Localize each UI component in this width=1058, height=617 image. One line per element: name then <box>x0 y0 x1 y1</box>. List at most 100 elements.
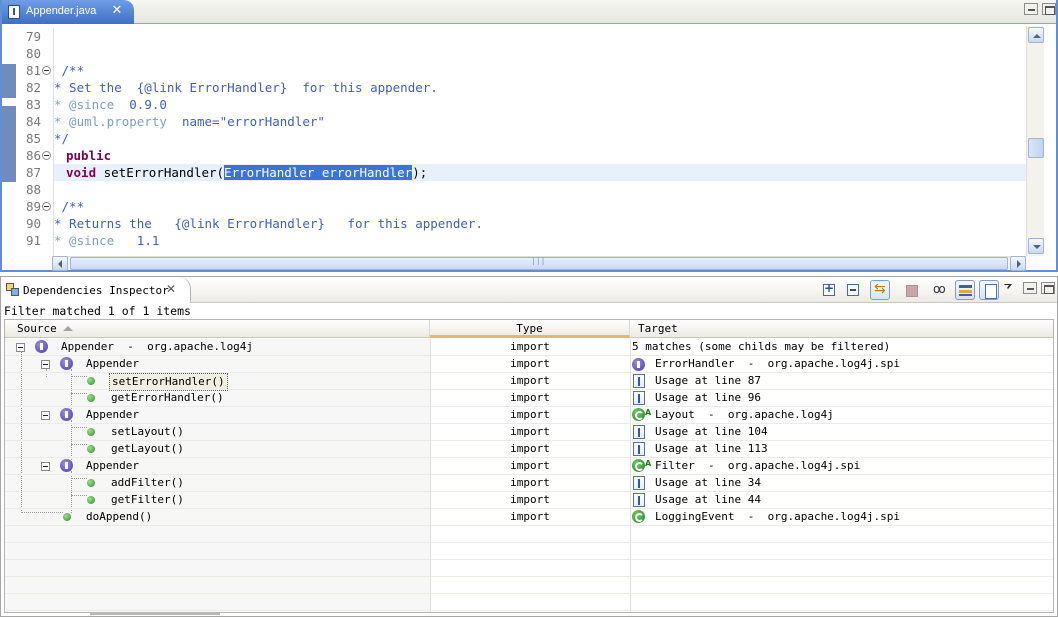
type-cell: import <box>510 493 550 506</box>
line-number: 91 <box>26 233 42 248</box>
table-row[interactable]: Appender - org.apache.log4j import 5 mat… <box>5 339 1053 356</box>
target-type-icon <box>632 425 648 439</box>
vertical-scroll-thumb[interactable] <box>1028 138 1044 158</box>
dependencies-inspector-view: Dependencies Inspector ✕ Filter matched … <box>0 276 1058 617</box>
column-header-source[interactable]: Source <box>5 320 430 338</box>
column-header-target[interactable]: Target <box>630 320 1053 338</box>
source-cell: Appender <box>86 459 139 472</box>
scroll-left-arrow-icon[interactable] <box>52 256 68 271</box>
public-method-icon <box>87 377 95 385</box>
status-strip <box>90 613 220 615</box>
link-with-editor-button[interactable] <box>870 280 890 300</box>
target-cell: Usage at line 104 <box>655 425 768 438</box>
scroll-down-arrow-icon[interactable] <box>1028 238 1044 254</box>
fold-collapse-icon[interactable] <box>42 202 51 211</box>
type-cell: import <box>510 340 550 353</box>
type-cell: import <box>510 374 550 387</box>
minimize-editor-button[interactable] <box>1024 3 1038 15</box>
java-file-icon <box>633 442 645 456</box>
hierarchy-mode-button[interactable] <box>955 280 975 300</box>
table-row[interactable]: setErrorHandler() import Usage at line 8… <box>5 373 1053 391</box>
editor-tab-appender-java[interactable]: Appender.java ✕ <box>2 0 134 24</box>
target-type-icon: A <box>632 459 651 473</box>
code-line-89: /** <box>54 199 85 214</box>
table-row[interactable]: getFilter() import Usage at line 44 <box>5 492 1053 509</box>
selected-text: ErrorHandler errorHandler <box>224 165 413 180</box>
sort-ascending-icon <box>63 326 73 331</box>
target-cell: Filter - org.apache.log4j.spi <box>655 459 861 472</box>
table-row[interactable]: setLayout() import Usage at line 104 <box>5 424 1053 441</box>
collapse-all-button[interactable] <box>843 280 863 300</box>
code-line-85: */ <box>54 131 70 146</box>
scroll-up-arrow-icon[interactable] <box>1028 27 1044 43</box>
code-line-91: * @since 1.1 <box>54 233 160 248</box>
table-row[interactable]: addFilter() import Usage at line 34 <box>5 475 1053 492</box>
line-number: 86 <box>16 147 54 164</box>
tree-collapse-icon[interactable] <box>41 462 50 471</box>
java-filter-button[interactable] <box>979 280 999 300</box>
close-view-icon[interactable]: ✕ <box>164 282 178 296</box>
type-cell: import <box>510 476 550 489</box>
line-number-ruler: 79 80 81 82 83 84 85 86 87 88 89 90 91 <box>16 28 54 256</box>
type-cell: import <box>510 510 550 523</box>
view-menu-chevron-down-icon[interactable] <box>1004 283 1014 293</box>
empty-row <box>5 560 1053 577</box>
java-file-icon <box>633 425 645 439</box>
minimize-view-button[interactable] <box>1023 282 1037 294</box>
stop-button[interactable] <box>901 280 921 300</box>
table-row[interactable]: Appender import A Filter - org.apache.lo… <box>5 458 1053 475</box>
target-cell: Usage at line 96 <box>655 391 761 404</box>
fold-collapse-icon[interactable] <box>42 151 51 160</box>
scroll-right-arrow-icon[interactable] <box>1010 256 1026 271</box>
target-type-icon <box>632 442 648 456</box>
maximize-view-button[interactable] <box>1041 282 1055 294</box>
show-details-glasses-button[interactable] <box>931 280 951 300</box>
table-row[interactable]: Appender import A Layout - org.apache.lo… <box>5 407 1053 424</box>
maximize-editor-button[interactable] <box>1042 3 1056 15</box>
inspector-tab-label: Dependencies Inspector <box>23 284 169 297</box>
type-cell: import <box>510 442 550 455</box>
table-row[interactable]: getLayout() import Usage at line 113 <box>5 441 1053 458</box>
close-tab-icon[interactable]: ✕ <box>110 3 124 19</box>
table-row[interactable]: getErrorHandler() import Usage at line 9… <box>5 390 1053 407</box>
code-text-area[interactable]: /** * Set the {@link ErrorHandler} for t… <box>54 28 1026 256</box>
empty-row <box>5 543 1053 560</box>
line-number: 89 <box>16 198 54 215</box>
target-cell: Usage at line 87 <box>655 374 761 387</box>
horizontal-scroll-thumb[interactable] <box>70 256 1008 270</box>
table-body: Appender - org.apache.log4j import 5 mat… <box>5 339 1053 612</box>
tab-dependencies-inspector[interactable]: Dependencies Inspector ✕ <box>1 277 191 303</box>
column-header-type[interactable]: Type <box>430 320 630 338</box>
dependencies-tree-table: Source Type Target Appender - org.apache… <box>4 319 1054 613</box>
filter-status-text: Filter matched 1 of 1 items <box>4 304 191 318</box>
line-number: 80 <box>26 46 42 61</box>
source-cell: Appender <box>86 408 139 421</box>
fold-collapse-icon[interactable] <box>42 66 51 75</box>
table-row[interactable]: Appender import ErrorHandler - org.apach… <box>5 356 1053 373</box>
target-type-icon <box>632 374 648 388</box>
line-number: 85 <box>26 131 42 146</box>
source-cell: setErrorHandler() <box>109 373 228 391</box>
tree-collapse-icon[interactable] <box>16 343 25 352</box>
target-type-icon <box>632 510 648 524</box>
java-file-icon <box>633 391 645 405</box>
code-line-90: * Returns the {@link ErrorHandler} for t… <box>54 216 483 231</box>
table-row[interactable]: doAppend() import LoggingEvent - org.apa… <box>5 509 1053 526</box>
empty-row <box>5 526 1053 543</box>
inspector-tab-bar: Dependencies Inspector ✕ <box>1 277 1057 303</box>
line-number: 84 <box>26 114 42 129</box>
line-number: 81 <box>16 62 54 79</box>
interface-icon <box>60 459 73 472</box>
code-line-81: /** <box>54 63 85 78</box>
interface-icon <box>35 340 48 353</box>
tree-collapse-icon[interactable] <box>41 360 50 369</box>
editor-vertical-scrollbar[interactable] <box>1026 26 1044 256</box>
code-line-83: * @since 0.9.0 <box>54 97 167 112</box>
target-type-icon <box>632 357 648 371</box>
tree-collapse-icon[interactable] <box>41 411 50 420</box>
code-line-87: void setErrorHandler(ErrorHandler errorH… <box>66 165 428 180</box>
editor-horizontal-scrollbar[interactable] <box>52 256 1026 271</box>
editor-tab-label: Appender.java <box>26 5 97 17</box>
expand-all-button[interactable] <box>819 280 839 300</box>
source-cell: setLayout() <box>111 425 184 438</box>
